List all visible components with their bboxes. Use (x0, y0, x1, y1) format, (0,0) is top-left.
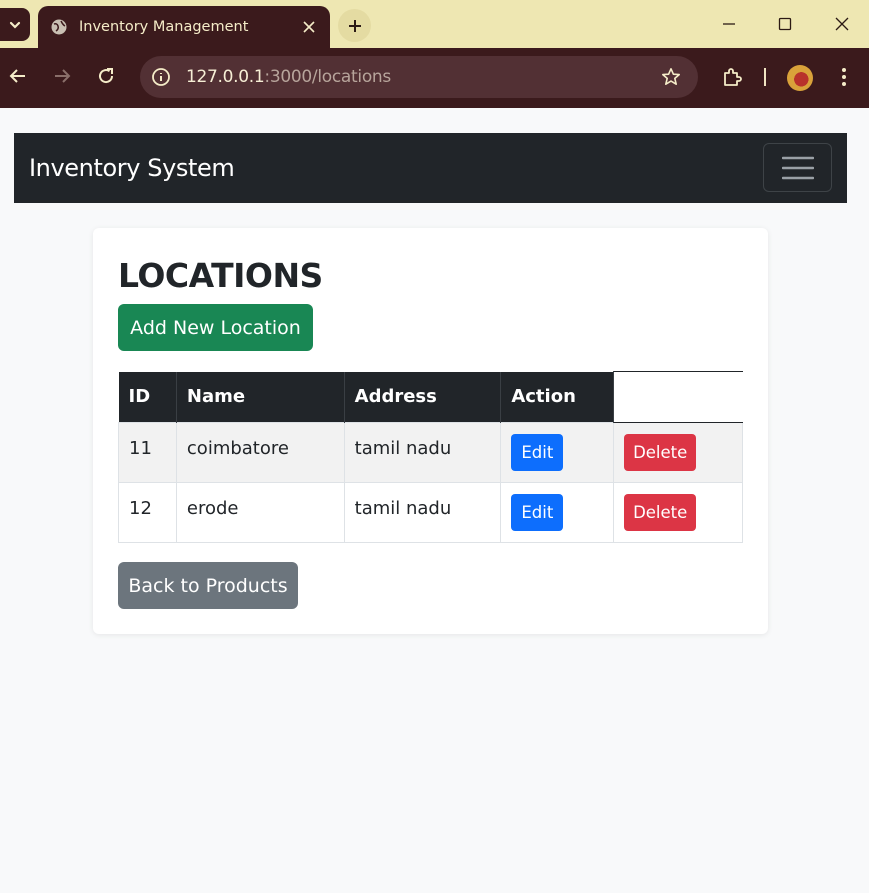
tab-title: Inventory Management (79, 19, 249, 35)
url-text: 127.0.0.1:3000/locations (186, 67, 391, 87)
column-header-action: Action (500, 371, 615, 423)
close-icon (835, 17, 849, 31)
table-row: 11 coimbatore tamil nadu Edit Delete (118, 422, 743, 483)
locations-table: ID Name Address Action 11 coimbatore tam… (118, 371, 743, 543)
maximize-button[interactable] (759, 4, 811, 44)
minimize-button[interactable] (703, 4, 755, 44)
cell-address: tamil nadu (343, 482, 502, 543)
navbar-toggler-button[interactable] (763, 143, 832, 192)
table-header-row: ID Name Address Action (118, 371, 743, 423)
more-vert-icon (842, 68, 846, 86)
chevron-down-icon (9, 21, 21, 29)
app-navbar: Inventory System (14, 133, 847, 203)
extensions-icon[interactable] (720, 65, 744, 89)
edit-button[interactable]: Edit (511, 494, 564, 531)
browser-menu-button[interactable] (834, 64, 854, 90)
edit-button[interactable]: Edit (511, 434, 564, 471)
profile-avatar[interactable] (787, 65, 813, 91)
cell-id: 11 (118, 422, 177, 483)
url-path: :3000/locations (264, 67, 391, 87)
navbar-brand[interactable]: Inventory System (29, 154, 235, 182)
site-info-icon[interactable] (150, 66, 172, 88)
arrow-left-icon (9, 69, 25, 83)
column-header-id: ID (118, 371, 177, 423)
close-window-button[interactable] (816, 4, 868, 44)
browser-tab-strip: Inventory Management (0, 0, 869, 48)
plus-icon (348, 19, 361, 32)
cell-name: erode (175, 482, 345, 543)
tab-search-button[interactable] (0, 8, 30, 41)
url-host: 127.0.0.1 (186, 67, 265, 87)
bookmark-star-icon[interactable] (660, 66, 682, 88)
cell-id: 12 (118, 482, 177, 543)
cell-edit: Edit (500, 482, 615, 543)
reload-button[interactable] (90, 60, 122, 92)
column-header-address: Address (344, 371, 502, 423)
page-title: LOCATIONS (118, 256, 323, 295)
cell-name: coimbatore (175, 422, 345, 483)
cell-delete: Delete (613, 422, 743, 483)
cell-delete: Delete (613, 482, 743, 543)
back-nav-button[interactable] (2, 60, 34, 92)
minimize-icon (723, 23, 735, 25)
toolbar-divider (764, 68, 766, 86)
maximize-icon (778, 17, 792, 31)
back-to-products-button[interactable]: Back to Products (118, 562, 298, 609)
arrow-right-icon (55, 69, 71, 83)
cell-edit: Edit (500, 422, 615, 483)
locations-card: LOCATIONS Add New Location ID Name Addre… (93, 228, 768, 634)
new-tab-button[interactable] (338, 9, 371, 42)
address-bar[interactable]: 127.0.0.1:3000/locations (140, 56, 698, 98)
reload-icon (99, 68, 114, 84)
globe-icon (50, 18, 68, 36)
hamburger-icon (781, 156, 814, 179)
forward-nav-button[interactable] (46, 60, 78, 92)
column-header-name: Name (176, 371, 345, 423)
browser-tab[interactable]: Inventory Management (38, 6, 330, 48)
cell-address: tamil nadu (343, 422, 502, 483)
delete-button[interactable]: Delete (624, 434, 697, 471)
close-icon[interactable] (298, 16, 320, 38)
browser-toolbar: 127.0.0.1:3000/locations (0, 48, 869, 108)
add-location-button[interactable]: Add New Location (118, 304, 313, 351)
column-header-empty (613, 371, 743, 423)
delete-button[interactable]: Delete (624, 494, 697, 531)
table-row: 12 erode tamil nadu Edit Delete (118, 482, 743, 543)
